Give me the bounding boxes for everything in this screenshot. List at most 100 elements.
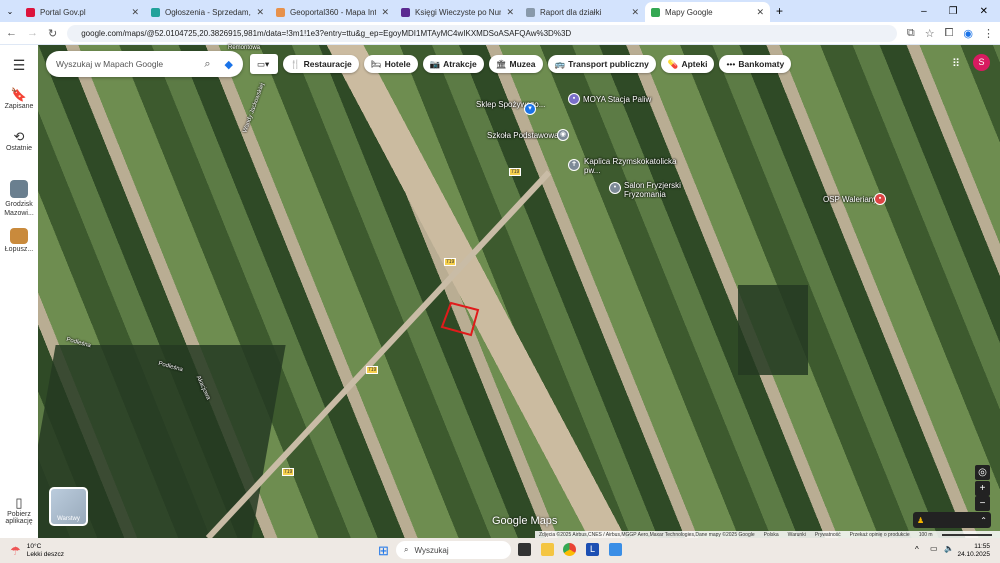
forward-icon[interactable]: → <box>27 27 38 39</box>
attribution-text: Zdjęcia ©2025 Airbus,CNES / Airbus,MGGP … <box>539 531 755 538</box>
country-link[interactable]: Polska <box>764 532 779 538</box>
chip-bankomaty[interactable]: ••• Bankomaty <box>719 55 792 73</box>
place-label[interactable]: Kaplica Rzymskokatolicka pw... <box>584 157 684 175</box>
feedback-link[interactable]: Przekaż opinię o produkcie <box>850 532 910 538</box>
back-icon[interactable]: ← <box>6 27 17 39</box>
clock-date[interactable]: 24.10.2025 <box>957 551 990 559</box>
tab-search-chevron-icon[interactable]: ⌄ <box>0 7 20 16</box>
windows-start-icon[interactable]: ⊞ <box>378 543 389 559</box>
chip-hotele[interactable]: 🛏 Hotele <box>363 55 418 73</box>
privacy-link[interactable]: Prywatność <box>815 532 841 538</box>
my-location-button[interactable]: ◎ <box>975 465 990 480</box>
chip-label: Transport publiczny <box>568 59 649 69</box>
zoom-out-button[interactable]: − <box>975 496 990 511</box>
search-input[interactable]: Wyszukaj w Mapach Google <box>56 59 204 69</box>
chip-transport-publiczny[interactable]: 🚌 Transport publiczny <box>547 55 656 73</box>
menu-icon[interactable]: ☰ <box>0 57 38 74</box>
close-tab-icon[interactable]: ✕ <box>506 7 514 18</box>
taskbar-search[interactable]: ⌕ Wyszukaj <box>396 541 511 559</box>
task-view-icon[interactable] <box>518 543 531 556</box>
chip-apteki[interactable]: 💊 Apteki <box>660 55 715 73</box>
sidebar-item-recent-place[interactable]: Łopusz... <box>0 228 38 253</box>
extensions-icon[interactable]: ⧠ <box>945 27 954 40</box>
fire-station-pin-icon[interactable]: ▪ <box>874 193 886 205</box>
chip-restauracje[interactable]: 🍴 Restauracje <box>283 55 359 73</box>
volume-icon[interactable]: 🔈 <box>944 544 954 553</box>
menu-icon[interactable]: ⋮ <box>983 27 994 40</box>
gas-station-pin-icon[interactable]: ▪ <box>568 93 580 105</box>
place-label[interactable]: Szkoła Podstawowa <box>487 131 559 140</box>
road-number: 719 <box>509 168 522 176</box>
chip-icon: 🛏 <box>370 58 382 69</box>
chrome-icon[interactable] <box>563 543 576 556</box>
layers-button[interactable]: Warstwy <box>49 487 88 526</box>
place-label[interactable]: Salon Fryzjerski Fryzomania <box>624 181 684 199</box>
favicon-icon <box>276 7 285 17</box>
sidebar-item-recent-place[interactable]: Grodzisk Mazowi... <box>0 180 38 218</box>
chip-label: Restauracje <box>303 59 352 69</box>
bookmark-icon: 🔖 <box>10 87 28 102</box>
network-icon[interactable]: ▭ <box>930 544 938 553</box>
parcel-outline <box>440 301 480 337</box>
close-tab-icon[interactable]: ✕ <box>631 7 639 18</box>
keyboard-toggle[interactable]: ▭▾ <box>250 54 278 74</box>
file-explorer-icon[interactable] <box>541 543 554 556</box>
reload-icon[interactable]: ↻ <box>48 27 57 40</box>
salon-pin-icon[interactable]: • <box>609 182 621 194</box>
app-l-icon[interactable]: L <box>586 543 599 556</box>
maximize-button[interactable]: ❐ <box>949 6 958 17</box>
directions-icon[interactable]: ◆ <box>225 58 233 71</box>
terms-link[interactable]: Warunki <box>788 532 806 538</box>
close-tab-icon[interactable]: ✕ <box>756 7 764 18</box>
profile-icon[interactable]: ◉ <box>963 27 973 40</box>
bookmark-star-icon[interactable]: ☆ <box>925 27 935 40</box>
tab[interactable]: Raport dla działki ✕ <box>520 2 645 22</box>
new-tab-button[interactable]: + <box>776 4 783 18</box>
search-icon[interactable]: ⌕ <box>204 58 210 71</box>
close-tab-icon[interactable]: ✕ <box>131 7 139 18</box>
pegman-icon[interactable]: ♟ <box>917 516 924 525</box>
place-label[interactable]: OSP Waleriany <box>823 195 877 204</box>
weather-icon[interactable]: ☂ <box>10 544 21 558</box>
install-icon[interactable]: ⧉ <box>907 27 915 40</box>
tab-title: Geoportal360 - Mapa Interakty <box>290 7 376 17</box>
history-icon: ⟲ <box>13 129 25 144</box>
map-type-switcher[interactable]: ♟ ⌃ <box>913 512 991 528</box>
address-bar-row: ← → ↻ google.com/maps/@52.0104725,20.38269… <box>0 22 1000 44</box>
tab-title: Portal Gov.pl <box>40 7 86 17</box>
get-app-button[interactable]: ▯ Pobierz aplikację <box>0 495 38 525</box>
app-icon[interactable] <box>609 543 622 556</box>
weather-temp[interactable]: 10°C <box>27 543 64 551</box>
tab[interactable]: Geoportal360 - Mapa Interakty ✕ <box>270 2 395 22</box>
chip-icon: 🚌 <box>554 58 566 69</box>
close-tab-icon[interactable]: ✕ <box>256 7 264 18</box>
tray-chevron-icon[interactable]: ^ <box>915 545 919 554</box>
school-pin-icon[interactable]: ◉ <box>557 129 569 141</box>
tab[interactable]: Mapy Google ✕ <box>645 2 770 22</box>
chip-atrakcje[interactable]: 📷 Atrakcje <box>422 55 484 73</box>
favicon-icon <box>401 7 410 17</box>
url-input[interactable]: google.com/maps/@52.0104725,20.3826915,9… <box>67 24 897 42</box>
clock-time[interactable]: 11:55 <box>957 543 990 551</box>
close-window-button[interactable]: ✕ <box>980 6 988 17</box>
minimize-button[interactable]: – <box>921 6 927 17</box>
chip-muzea[interactable]: 🏛 Muzea <box>488 55 543 73</box>
tab[interactable]: Portal Gov.pl ✕ <box>20 2 145 22</box>
close-tab-icon[interactable]: ✕ <box>381 7 389 18</box>
search-box[interactable]: Wyszukaj w Mapach Google ⌕ ◆ <box>46 51 243 77</box>
tab[interactable]: Księgi Wieczyste po Numerze D ✕ <box>395 2 520 22</box>
church-pin-icon[interactable]: ✝ <box>568 159 580 171</box>
zoom-in-button[interactable]: + <box>975 481 990 496</box>
attribution-bar: Zdjęcia ©2025 Airbus,CNES / Airbus,MGGP … <box>535 531 1000 538</box>
weather-text[interactable]: Lekki deszcz <box>27 551 64 559</box>
sidebar-item-saved[interactable]: 🔖 Zapisane <box>0 87 38 110</box>
apps-grid-icon[interactable]: ⠿ <box>952 57 960 70</box>
shop-pin-icon[interactable]: ▾ <box>524 103 536 115</box>
satellite-map[interactable] <box>38 45 1000 538</box>
scale-bar[interactable]: 100 m <box>919 532 933 538</box>
sidebar-item-recent[interactable]: ⟲ Ostatnie <box>0 129 38 152</box>
account-avatar[interactable]: S <box>973 54 990 71</box>
place-label[interactable]: MOYA Stacja Paliw <box>583 95 651 104</box>
tab[interactable]: Ogłoszenia - Sprzedam, kupię ✕ <box>145 2 270 22</box>
expand-icon[interactable]: ⌃ <box>980 516 987 525</box>
